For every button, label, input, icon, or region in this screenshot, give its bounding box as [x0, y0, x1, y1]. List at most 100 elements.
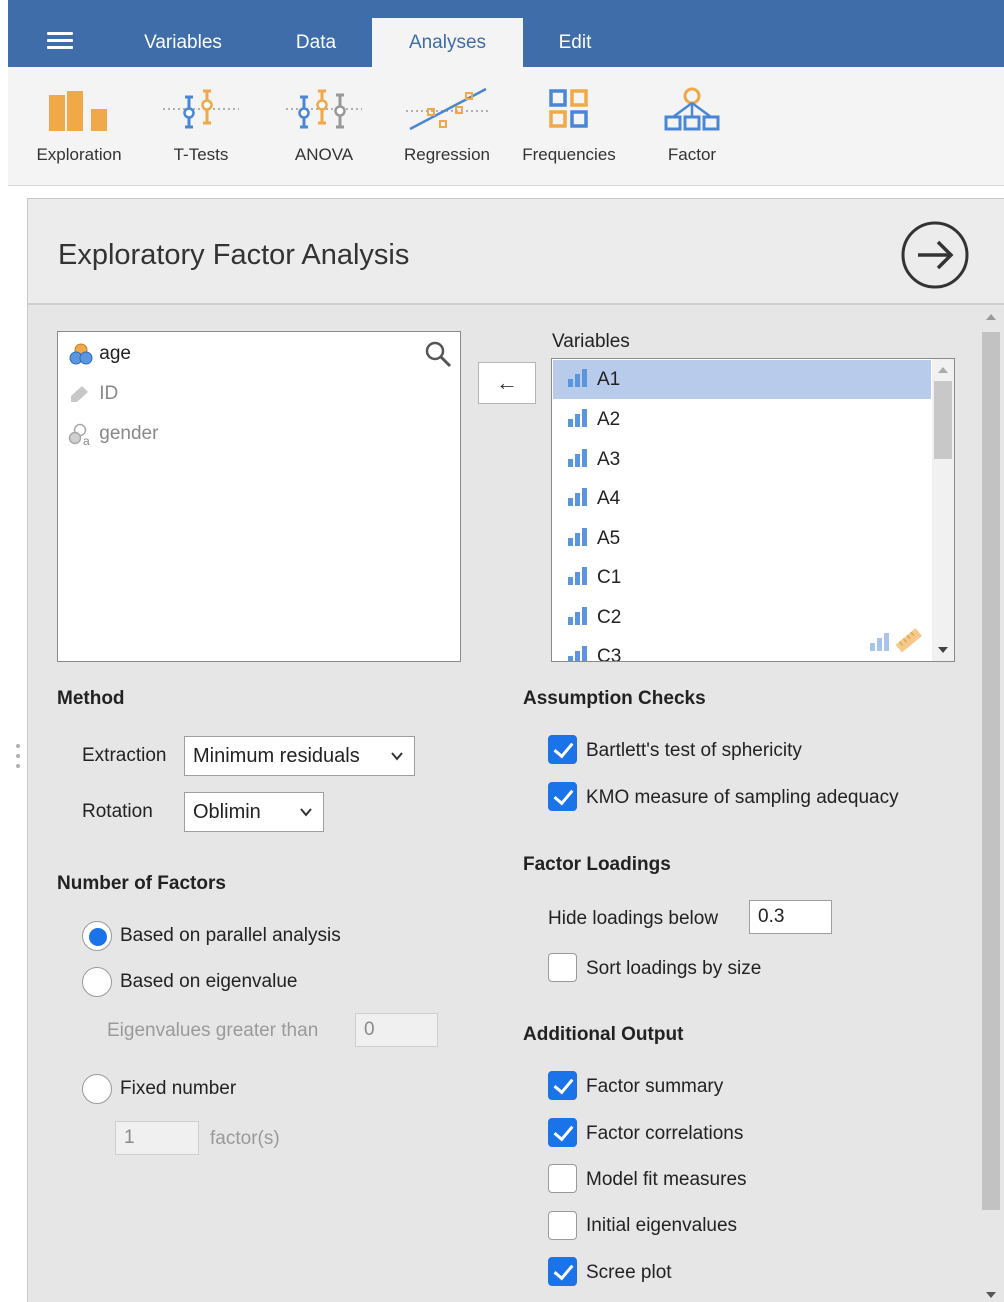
variable-name: gender [99, 423, 159, 444]
anova-button[interactable]: ANOVA [269, 87, 379, 165]
variable-name: A5 [597, 528, 621, 549]
exploration-button[interactable]: Exploration [24, 87, 134, 165]
top-menu-bar: Variables Data Analyses Edit [8, 0, 1004, 67]
ordinal-variable-icon [568, 408, 587, 427]
regression-icon [406, 87, 488, 131]
search-icon[interactable] [424, 340, 452, 368]
list-item[interactable]: A5 [553, 519, 931, 558]
initial-eigenvalues-label: Initial eigenvalues [586, 1215, 738, 1236]
variable-name: A3 [597, 449, 621, 470]
arrow-right-circle-icon[interactable] [900, 220, 970, 290]
ordinal-variable-icon [568, 527, 587, 546]
hide-loadings-input[interactable]: 0.3 [749, 900, 832, 934]
scree-plot-label: Scree plot [586, 1262, 672, 1283]
bartlett-checkbox[interactable] [548, 735, 577, 764]
panel-scrollbar[interactable] [978, 308, 1004, 1302]
rotation-label: Rotation [82, 801, 153, 822]
variable-name: C3 [597, 646, 622, 662]
extraction-value: Minimum residuals [193, 745, 360, 767]
scroll-up-icon[interactable] [938, 367, 948, 373]
sort-loadings-label: Sort loadings by size [586, 958, 762, 979]
frequencies-button[interactable]: Frequencies [514, 87, 624, 165]
exploration-icon [49, 91, 107, 131]
eigenvalues-greater-than-label: Eigenvalues greater than [107, 1020, 319, 1041]
anova-label: ANOVA [294, 145, 354, 164]
hide-loadings-label: Hide loadings below [548, 908, 719, 929]
nominal-text-variable-icon: a [68, 423, 90, 446]
page-title: Exploratory Factor Analysis [58, 239, 410, 271]
factor-correlations-checkbox[interactable] [548, 1118, 577, 1147]
extraction-select[interactable]: Minimum residuals [184, 736, 415, 776]
tab-analyses[interactable]: Analyses [372, 18, 523, 67]
eigenvalue-threshold-input[interactable]: 0 [355, 1013, 438, 1047]
allowed-types-icon [870, 628, 922, 653]
list-item[interactable]: age [68, 340, 131, 368]
eigenvalue-radio[interactable] [82, 967, 112, 997]
factor-summary-checkbox[interactable] [548, 1071, 577, 1100]
regression-button[interactable]: Regression [392, 87, 502, 165]
t-tests-icon [163, 89, 239, 129]
method-heading: Method [57, 688, 125, 709]
fixed-number-radio[interactable] [82, 1074, 112, 1104]
available-variables-list[interactable]: age ID a gender [57, 331, 461, 662]
kmo-checkbox[interactable] [548, 782, 577, 811]
variables-list-scrollbar[interactable] [932, 359, 954, 661]
extraction-label: Extraction [82, 745, 167, 766]
factor-button[interactable]: Factor [637, 87, 747, 165]
fixed-factors-input[interactable]: 1 [115, 1121, 199, 1155]
factor-loadings-heading: Factor Loadings [523, 854, 671, 875]
factor-summary-label: Factor summary [586, 1076, 724, 1097]
scroll-down-icon[interactable] [938, 647, 948, 653]
ordinal-variable-icon [568, 645, 587, 661]
factor-correlations-label: Factor correlations [586, 1123, 744, 1144]
scree-plot-checkbox[interactable] [548, 1257, 577, 1286]
chevron-down-icon [391, 752, 403, 761]
t-tests-button[interactable]: T-Tests [146, 87, 256, 165]
list-item[interactable]: A2 [553, 400, 931, 439]
list-item[interactable]: A4 [553, 479, 931, 518]
list-item[interactable]: A1 [553, 360, 931, 399]
number-of-factors-heading: Number of Factors [57, 873, 226, 894]
variable-name: C2 [597, 607, 622, 628]
list-item[interactable]: a gender [68, 420, 158, 448]
ordinal-variable-icon [568, 606, 587, 625]
list-item[interactable]: C1 [553, 558, 931, 597]
tab-variables[interactable]: Variables [116, 18, 250, 67]
list-item[interactable]: ID [68, 380, 118, 408]
fixed-number-label: Fixed number [120, 1078, 237, 1099]
parallel-analysis-radio[interactable] [82, 921, 112, 951]
panel-header: Exploratory Factor Analysis [28, 199, 1004, 305]
scrollbar-thumb[interactable] [934, 381, 952, 459]
factor-icon [664, 87, 720, 131]
factor-label: Factor [667, 145, 717, 164]
resize-handle[interactable] [13, 744, 23, 774]
hamburger-menu-icon[interactable] [44, 30, 78, 52]
list-item[interactable]: A3 [553, 440, 931, 479]
ordinal-variable-icon [568, 566, 587, 585]
initial-eigenvalues-checkbox[interactable] [548, 1211, 577, 1240]
t-tests-label: T-Tests [173, 145, 229, 164]
svg-text:a: a [83, 434, 90, 446]
parallel-analysis-label: Based on parallel analysis [120, 925, 341, 946]
rotation-select[interactable]: Oblimin [184, 792, 324, 832]
variables-label: Variables [552, 331, 630, 352]
kmo-label: KMO measure of sampling adequacy [586, 787, 899, 808]
scroll-down-icon[interactable] [986, 1292, 996, 1298]
model-fit-checkbox[interactable] [548, 1164, 577, 1193]
ordinal-variable-icon [568, 487, 587, 506]
variable-name: A4 [597, 488, 621, 509]
variables-list[interactable]: A1 A2 A3 A4 A5 C1 C2 C3 [551, 358, 955, 662]
move-variable-button[interactable]: ← [478, 362, 536, 404]
scroll-up-icon[interactable] [986, 314, 996, 320]
regression-label: Regression [404, 145, 490, 164]
frequencies-icon [549, 89, 588, 128]
scrollbar-thumb[interactable] [982, 332, 1000, 1210]
assumption-checks-heading: Assumption Checks [523, 688, 706, 709]
rotation-value: Oblimin [193, 801, 261, 823]
variable-name: A2 [597, 409, 621, 430]
tab-data[interactable]: Data [266, 18, 366, 67]
factors-unit-label: factor(s) [210, 1128, 280, 1149]
sort-loadings-checkbox[interactable] [548, 953, 577, 982]
variable-name: C1 [597, 567, 622, 588]
tab-edit[interactable]: Edit [538, 18, 612, 67]
